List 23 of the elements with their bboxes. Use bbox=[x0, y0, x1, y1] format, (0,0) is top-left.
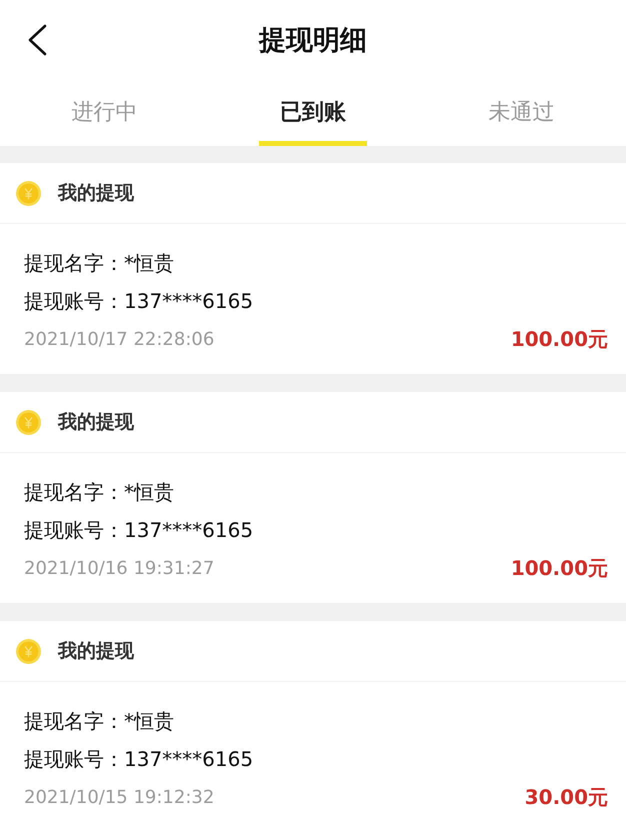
card-title: 我的提现 bbox=[58, 181, 134, 206]
back-icon bbox=[27, 24, 47, 56]
coin-icon bbox=[16, 180, 41, 206]
amount-text: 100.00元 bbox=[510, 554, 608, 582]
coin-icon bbox=[16, 638, 41, 664]
account-line: 提现账号：137****6165 bbox=[24, 746, 254, 773]
name-line: 提现名字：*恒贵 bbox=[24, 479, 175, 506]
card-title: 我的提现 bbox=[58, 639, 134, 664]
time-text: 2021/10/15 19:12:32 bbox=[24, 786, 214, 808]
tab[interactable]: 未通过 bbox=[468, 80, 576, 146]
time-text: 2021/10/16 19:31:27 bbox=[24, 558, 214, 578]
account-line: 提现账号：137****6165 bbox=[24, 288, 254, 315]
card-title: 我的提现 bbox=[58, 410, 134, 435]
tab[interactable]: 已到账 bbox=[258, 80, 367, 146]
name-line: 提现名字：*恒贵 bbox=[24, 708, 175, 735]
amount-text: 100.00元 bbox=[510, 326, 608, 352]
amount-text: 30.00元 bbox=[524, 784, 608, 810]
coin-icon bbox=[16, 410, 41, 434]
name-line: 提现名字：*恒贵 bbox=[24, 250, 175, 277]
account-line: 提现账号：137****6165 bbox=[24, 517, 254, 544]
tab[interactable]: 进行中 bbox=[50, 80, 158, 146]
page-title: 提现明细 bbox=[259, 24, 367, 58]
time-text: 2021/10/17 22:28:06 bbox=[24, 328, 214, 350]
